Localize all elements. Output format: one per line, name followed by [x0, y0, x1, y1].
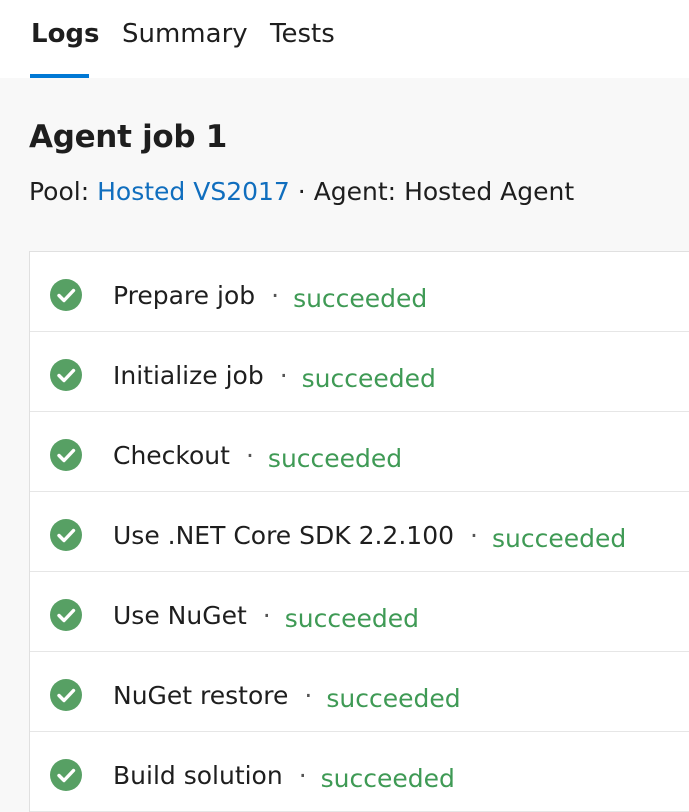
list-item[interactable]: Prepare job · succeeded — [30, 252, 689, 332]
pool-link[interactable]: Hosted VS2017 — [97, 177, 290, 206]
selected-tab-indicator — [30, 74, 89, 78]
list-item[interactable]: NuGet restore · succeeded — [30, 652, 689, 732]
step-name: Initialize job — [113, 361, 264, 390]
step-separator: · — [279, 361, 288, 390]
list-item[interactable]: Build solution · succeeded — [30, 732, 689, 812]
step-separator: · — [298, 761, 307, 790]
step-separator: · — [304, 681, 313, 710]
step-name: Use NuGet — [113, 601, 247, 630]
step-status: succeeded — [267, 444, 403, 473]
tab-logs[interactable]: Logs — [31, 16, 100, 78]
step-list: Prepare job · succeeded Initialize job · suc… — [29, 251, 689, 812]
tab-tests[interactable]: Tests — [270, 16, 335, 78]
list-item[interactable]: Initialize job · succeeded — [30, 332, 689, 412]
step-text: Initialize job · succeeded — [113, 358, 436, 394]
step-separator: · — [271, 281, 280, 310]
step-text: Build solution · succeeded — [113, 758, 455, 794]
agent-label: Agent: — [313, 177, 397, 206]
step-separator: · — [470, 521, 478, 550]
step-text: Use NuGet · succeeded — [113, 598, 419, 634]
list-item[interactable]: Checkout · succeeded — [30, 412, 689, 492]
tab-bar: Logs Summary Tests — [0, 0, 689, 78]
step-status: succeeded — [301, 364, 436, 393]
step-status: succeeded — [491, 524, 627, 553]
step-status: succeeded — [284, 604, 419, 633]
success-check-icon — [50, 519, 82, 551]
page-title: Agent job 1 — [29, 119, 228, 155]
step-name: Prepare job — [113, 281, 256, 310]
list-item[interactable]: Use NuGet · succeeded — [30, 572, 689, 652]
success-check-icon — [50, 599, 82, 631]
success-check-icon — [50, 759, 82, 791]
step-name: Checkout — [113, 441, 230, 470]
step-name: Use .NET Core SDK 2.2.100 — [113, 521, 455, 550]
list-item[interactable]: Use .NET Core SDK 2.2.100 · succeeded — [30, 492, 689, 572]
meta-separator: · — [297, 177, 306, 206]
step-name: NuGet restore — [113, 681, 289, 710]
step-name: Build solution — [113, 761, 283, 790]
step-text: Use .NET Core SDK 2.2.100 · succeeded — [113, 518, 626, 554]
tab-summary[interactable]: Summary — [122, 16, 248, 78]
agent-value: Hosted Agent — [404, 177, 575, 206]
step-status: succeeded — [326, 684, 461, 713]
step-status: succeeded — [320, 764, 455, 793]
step-text: Checkout · succeeded — [113, 438, 402, 474]
pool-label: Pool: — [29, 177, 90, 206]
step-text: Prepare job · succeeded — [113, 278, 427, 314]
step-status: succeeded — [293, 284, 428, 313]
step-separator: · — [245, 441, 254, 470]
success-check-icon — [50, 679, 82, 711]
success-check-icon — [50, 279, 82, 311]
job-meta: Pool: Hosted VS2017 · Agent: Hosted Agen… — [29, 174, 574, 210]
step-separator: · — [262, 601, 271, 630]
success-check-icon — [50, 359, 82, 391]
step-text: NuGet restore · succeeded — [113, 678, 461, 714]
success-check-icon — [50, 439, 82, 471]
